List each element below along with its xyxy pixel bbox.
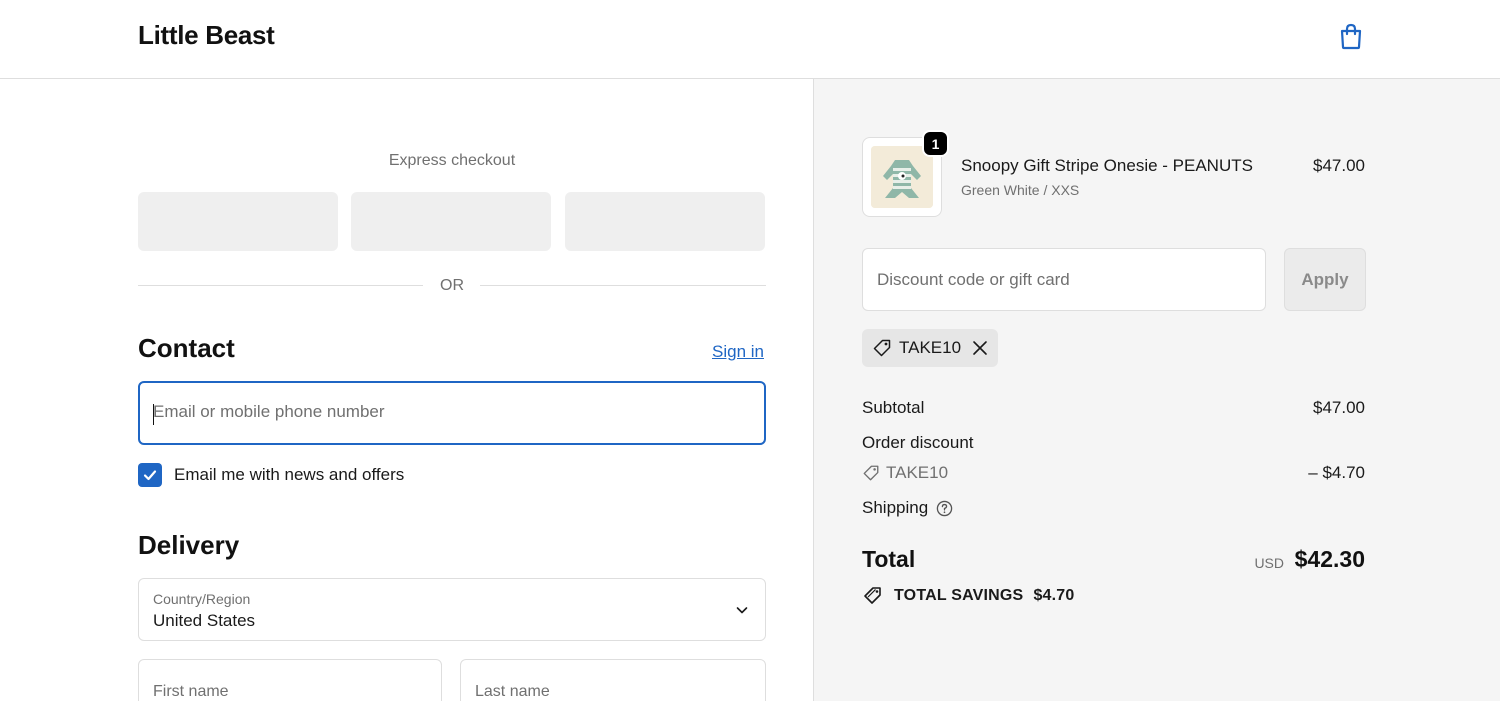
first-name-placeholder: First name [153,683,229,700]
divider-line-right [480,285,766,286]
newsletter-checkbox[interactable] [138,463,162,487]
delivery-title: Delivery [138,530,240,560]
checkmark-icon [143,470,157,481]
remove-discount-button[interactable] [972,340,988,356]
or-divider: OR [138,276,766,296]
order-discount-label: Order discount [862,433,974,452]
sign-in-link[interactable]: Sign in [712,342,764,362]
product-price: $47.00 [1313,156,1365,175]
applied-discount-chip: TAKE10 [862,329,999,367]
savings-tag-icon [864,587,881,604]
email-field[interactable] [138,381,766,445]
newsletter-option[interactable]: Email me with news and offers [138,463,404,487]
last-name-field[interactable]: Last name [460,659,766,701]
total-value: $42.30 [1294,546,1365,572]
total-savings-row: TOTAL SAVINGS $4.70 [862,585,1074,607]
country-value: United States [153,611,256,630]
applied-code: TAKE10 [899,338,962,357]
contact-title: Contact [138,333,235,363]
or-text: OR [440,277,464,294]
country-select[interactable]: Country/Region United States [138,578,766,641]
onesie-image [871,146,933,208]
newsletter-label: Email me with news and offers [174,465,405,484]
subtotal-label: Subtotal [862,398,925,417]
shipping-row: Shipping [862,498,953,518]
tag-icon [863,465,879,481]
discount-code-row: TAKE10 [862,463,948,483]
apply-button[interactable]: Apply [1284,248,1366,311]
last-name-placeholder: Last name [475,683,550,700]
total-label: Total [862,546,916,572]
store-logo[interactable]: Little Beast [138,20,275,51]
savings-label: TOTAL SAVINGS [894,587,1024,604]
text-caret [153,404,154,425]
shipping-help-button[interactable] [936,500,953,517]
cart-button[interactable] [1336,21,1366,51]
product-image [871,146,933,208]
express-pay-button-2[interactable] [351,192,551,251]
subtotal-value: $47.00 [1313,398,1365,417]
express-pay-button-3[interactable] [565,192,765,251]
product-variant: Green White / XXS [961,182,1080,198]
close-icon [973,341,987,355]
savings-value: $4.70 [1033,587,1075,604]
product-name: Snoopy Gift Stripe Onesie - PEANUTS [961,156,1253,175]
discount-value: – $4.70 [1308,463,1365,482]
email-input[interactable] [153,402,743,422]
express-checkout-title: Express checkout [388,152,516,169]
quantity-badge: 1 [922,130,949,157]
header: Little Beast [0,0,1500,79]
question-circle-icon [936,500,953,516]
discount-input[interactable] [877,270,1247,290]
express-pay-button-1[interactable] [138,192,338,251]
shipping-label: Shipping [862,498,929,517]
discount-field[interactable] [862,248,1266,311]
discount-code: TAKE10 [886,463,949,482]
tag-icon [873,339,891,357]
first-name-field[interactable]: First name [138,659,442,701]
shopping-bag-icon [1340,23,1362,50]
chevron-down-icon [736,607,748,614]
country-label: Country/Region [153,591,251,607]
total-currency: USD [1254,555,1284,571]
